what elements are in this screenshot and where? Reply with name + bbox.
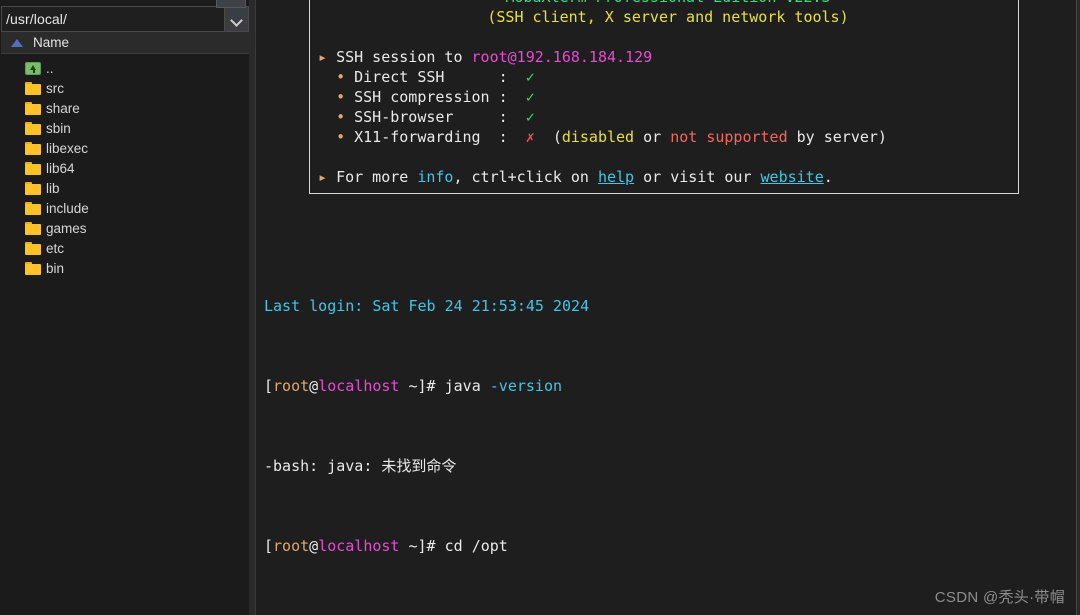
column-header-name[interactable]: Name xyxy=(1,32,249,54)
folder-icon xyxy=(25,161,41,175)
mobaxterm-banner: • MobaXterm Professional Edition v22.3 •… xyxy=(309,0,1019,194)
feature-separator: : xyxy=(498,88,508,106)
file-list: .. src share sbin libexec lib64 lib incl… xyxy=(1,54,249,615)
feature-separator: : xyxy=(498,108,508,126)
list-item[interactable]: sbin xyxy=(1,118,249,138)
path-combobox[interactable]: /usr/local/ xyxy=(1,6,249,32)
terminal-output[interactable]: Last login: Sat Feb 24 21:53:45 2024 [ro… xyxy=(264,236,992,615)
prompt-cwd: ~ xyxy=(408,537,418,555)
folder-icon xyxy=(25,181,41,195)
folder-icon xyxy=(25,141,41,155)
x11-disabled: disabled xyxy=(561,128,635,146)
feature-separator: : xyxy=(498,68,508,86)
list-item[interactable]: src xyxy=(1,78,249,98)
list-item[interactable]: .. xyxy=(1,58,249,78)
file-name: lib xyxy=(46,180,60,196)
check-icon: ✓ xyxy=(525,108,535,126)
file-name: share xyxy=(46,100,80,116)
sort-ascending-icon xyxy=(11,38,23,47)
help-link[interactable]: help xyxy=(598,168,634,186)
banner-bullet-right: • xyxy=(840,0,849,6)
list-item[interactable]: games xyxy=(1,218,249,238)
info-link[interactable]: info xyxy=(417,168,453,186)
banner-subtitle: (SSH client, X server and network tools) xyxy=(487,8,849,26)
banner-title: MobaXterm Professional Edition v22.3 xyxy=(505,0,830,6)
chevron-down-icon[interactable] xyxy=(224,7,248,31)
x11-unsupported: not supported xyxy=(670,128,788,146)
list-item[interactable]: etc xyxy=(1,238,249,258)
file-name: games xyxy=(46,220,87,236)
file-name: lib64 xyxy=(46,160,75,176)
banner-feature-row: • X11-forwarding : ✗ (disabled or not su… xyxy=(336,128,887,146)
feature-separator: : xyxy=(498,128,508,146)
website-link[interactable]: website xyxy=(761,168,824,186)
folder-icon xyxy=(25,201,41,215)
window-right-edge xyxy=(1076,0,1080,615)
triangle-marker-icon: ▸ xyxy=(318,168,328,186)
terminal-pane[interactable]: • MobaXterm Professional Edition v22.3 •… xyxy=(256,0,1080,615)
folder-icon xyxy=(25,81,41,95)
command-line: [root@localhost ~]# java -version xyxy=(264,377,563,395)
check-icon: ✓ xyxy=(525,88,535,106)
folder-icon xyxy=(25,121,41,135)
file-name: .. xyxy=(46,60,54,76)
command-args: -version xyxy=(480,377,563,395)
banner-footer-line: ▸ For more info, ctrl+click on help or v… xyxy=(318,168,833,186)
folder-icon xyxy=(25,101,41,115)
folder-icon xyxy=(25,241,41,255)
list-item[interactable]: libexec xyxy=(1,138,249,158)
path-input[interactable]: /usr/local/ xyxy=(2,7,224,31)
file-name: libexec xyxy=(46,140,89,156)
command-name: java xyxy=(444,377,481,395)
check-icon: ✓ xyxy=(525,68,535,86)
feature-label: X11-forwarding xyxy=(354,128,481,146)
feature-label: Direct SSH xyxy=(354,68,445,86)
banner-title-line: • MobaXterm Professional Edition v22.3 • xyxy=(310,0,1018,7)
session-host: root@192.168.184.129 xyxy=(471,48,653,66)
watermark: CSDN @秃头·带帽 xyxy=(934,589,1065,606)
file-name: src xyxy=(46,80,64,96)
prompt-cwd: ~ xyxy=(408,377,418,395)
command-line: [root@localhost ~]# cd /opt xyxy=(264,537,508,555)
session-prefix: SSH session to xyxy=(336,48,472,66)
list-item[interactable]: lib64 xyxy=(1,158,249,178)
column-header-label: Name xyxy=(33,35,70,50)
bullet-icon: • xyxy=(336,108,346,126)
file-name: bin xyxy=(46,260,65,276)
triangle-marker-icon: ▸ xyxy=(318,48,328,66)
list-item[interactable]: share xyxy=(1,98,249,118)
banner-feature-row: • SSH compression : ✓ xyxy=(310,87,1018,107)
feature-label: SSH-browser xyxy=(354,108,454,126)
feature-label: SSH compression xyxy=(354,88,490,106)
file-name: etc xyxy=(46,240,65,256)
banner-feature-row: • SSH-browser : ✓ xyxy=(310,107,1018,127)
bullet-icon: • xyxy=(336,88,346,106)
file-name: sbin xyxy=(46,120,71,136)
panel-top-button[interactable] xyxy=(216,0,246,8)
bullet-icon: • xyxy=(336,68,346,86)
mobaxterm-window: /usr/local/ Name .. src share sbin libex… xyxy=(0,0,1080,615)
sftp-browser-panel: /usr/local/ Name .. src share sbin libex… xyxy=(0,0,256,615)
command-name: cd xyxy=(444,537,463,555)
sidebar-scrollbar[interactable] xyxy=(249,0,255,615)
banner-session-line: ▸ SSH session to root@192.168.184.129 xyxy=(310,47,1018,67)
last-login-line: Last login: Sat Feb 24 21:53:45 2024 xyxy=(264,297,590,315)
list-item[interactable]: lib xyxy=(1,178,249,198)
output-line: -bash: java: 未找到命令 xyxy=(264,457,457,475)
list-item[interactable]: bin xyxy=(1,258,249,278)
command-args: /opt xyxy=(462,537,508,555)
bullet-icon: • xyxy=(336,128,346,146)
cross-icon: ✗ xyxy=(525,128,535,146)
list-item[interactable]: include xyxy=(1,198,249,218)
file-name: include xyxy=(46,200,89,216)
folder-up-icon xyxy=(25,61,41,75)
folder-icon xyxy=(25,221,41,235)
folder-icon xyxy=(25,261,41,275)
banner-feature-row: • Direct SSH : ✓ xyxy=(310,67,1018,87)
